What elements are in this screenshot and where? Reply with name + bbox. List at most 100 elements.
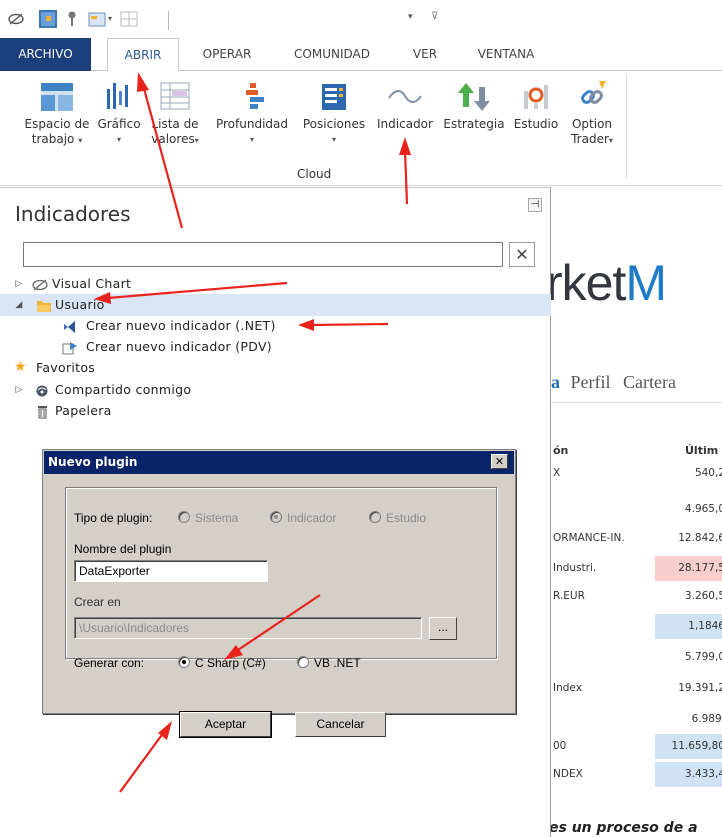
study-button[interactable]: Estudio bbox=[508, 71, 564, 132]
expand-icon[interactable]: ▷ bbox=[14, 273, 24, 295]
chevron-down-icon[interactable]: ▾ bbox=[108, 10, 116, 28]
column-header-name: ón bbox=[553, 444, 569, 457]
expand-icon[interactable]: ▷ bbox=[14, 379, 24, 401]
plugin-type-label: Tipo de plugin: bbox=[74, 511, 153, 525]
site-nav-item-cartera[interactable]: Cartera bbox=[623, 372, 676, 392]
table-row[interactable]: X 540,2 bbox=[551, 461, 722, 486]
grid-layout-icon[interactable] bbox=[120, 10, 138, 28]
chart-button[interactable]: Gráfico ▾ bbox=[92, 71, 146, 147]
tree-node-create-pdv-indicator[interactable]: Crear nuevo indicador (PDV) bbox=[0, 336, 551, 358]
tab-abrir[interactable]: ABRIR bbox=[107, 38, 179, 72]
collapse-icon[interactable]: ◢ bbox=[14, 294, 24, 316]
dialog-title: Nuevo plugin bbox=[44, 451, 514, 474]
strategy-label: Estrategia bbox=[443, 117, 505, 131]
tree-node-papelera[interactable]: Papelera bbox=[0, 400, 551, 422]
indicator-label: Indicador bbox=[377, 117, 433, 131]
depth-icon bbox=[246, 83, 264, 109]
indicator-button[interactable]: Indicador bbox=[371, 71, 439, 132]
chart-label: Gráfico bbox=[97, 117, 141, 131]
table-row[interactable]: 00 11.659,80 bbox=[551, 734, 722, 759]
search-input[interactable] bbox=[23, 242, 503, 267]
radio-indicador-label: Indicador bbox=[287, 511, 337, 525]
create-in-field: \Usuario\Indicadores bbox=[74, 617, 422, 639]
pin-icon[interactable] bbox=[63, 10, 81, 28]
strategy-arrows-icon bbox=[458, 83, 490, 111]
plugin-name-label: Nombre del plugin bbox=[74, 542, 172, 556]
brand-blue: M bbox=[625, 255, 667, 311]
positions-button[interactable]: Posiciones ▾ bbox=[297, 71, 371, 147]
trash-icon bbox=[35, 404, 51, 419]
value-list-icon bbox=[160, 82, 190, 110]
option-trader-label-2: Trader▾ bbox=[571, 132, 613, 146]
tree-node-compartido[interactable]: ▷ Compartido conmigo bbox=[0, 379, 551, 401]
tab-ver[interactable]: VER bbox=[402, 38, 448, 71]
site-nav-divider bbox=[551, 402, 722, 403]
tab-operar[interactable]: OPERAR bbox=[193, 38, 261, 71]
workspace-label-1: Espacio de bbox=[24, 117, 90, 131]
table-row[interactable]: 5.799,0 bbox=[551, 645, 722, 670]
tree-node-favoritos[interactable]: ★ Favoritos bbox=[0, 357, 551, 379]
tab-comunidad[interactable]: COMUNIDAD bbox=[279, 38, 385, 71]
website-background: rketM a Perfil Cartera ón Últim X 540,2 4… bbox=[551, 186, 722, 837]
quick-access-combo[interactable]: ▾ bbox=[168, 11, 422, 30]
table-row[interactable]: Index 19.391,2 bbox=[551, 676, 722, 701]
site-nav-item-current[interactable]: a bbox=[551, 372, 560, 392]
option-trader-link-icon bbox=[581, 81, 606, 104]
chevron-down-icon: ▾ bbox=[116, 135, 121, 144]
radio-sistema[interactable] bbox=[178, 511, 190, 523]
radio-csharp-label: C Sharp (C#) bbox=[195, 656, 266, 670]
option-trader-button[interactable]: Option Trader▾ bbox=[564, 71, 620, 148]
table-row[interactable]: NDEX 3.433,4 bbox=[551, 762, 722, 787]
option-trader-label-1: Option bbox=[571, 117, 613, 131]
table-row[interactable]: R.EUR 3.260,5 bbox=[551, 584, 722, 609]
workspace-icon[interactable] bbox=[39, 10, 57, 28]
browse-button[interactable]: ... bbox=[429, 617, 457, 640]
new-document-icon bbox=[62, 340, 78, 355]
positions-label: Posiciones bbox=[302, 117, 366, 131]
ribbon-group-separator bbox=[626, 75, 627, 179]
chart-icon bbox=[107, 83, 128, 109]
cancel-button[interactable]: Cancelar bbox=[295, 712, 386, 737]
radio-estudio[interactable] bbox=[369, 511, 381, 523]
table-row[interactable]: 4.965,0 bbox=[551, 497, 722, 522]
depth-label: Profundidad bbox=[215, 117, 288, 131]
radio-estudio-label: Estudio bbox=[386, 511, 427, 525]
strategy-button[interactable]: Estrategia bbox=[440, 71, 508, 132]
visual-chart-logo-icon[interactable] bbox=[7, 10, 25, 28]
accept-button[interactable]: Aceptar bbox=[179, 711, 272, 738]
new-plugin-dialog: Nuevo plugin ✕ Tipo de plugin: Sistema I… bbox=[42, 449, 516, 738]
site-nav-item-perfil[interactable]: Perfil bbox=[571, 372, 611, 392]
customize-toolbar-icon[interactable]: ⊽ bbox=[431, 11, 438, 22]
layout-icon[interactable] bbox=[88, 10, 106, 28]
dialog-close-button[interactable]: ✕ bbox=[491, 454, 508, 469]
depth-button[interactable]: Profundidad ▾ bbox=[208, 71, 296, 147]
table-row[interactable]: ORMANCE-IN. 12.842,6 bbox=[551, 526, 722, 551]
study-icon bbox=[524, 85, 548, 109]
panel-title: Indicadores bbox=[15, 202, 131, 226]
radio-sistema-label: Sistema bbox=[195, 511, 239, 525]
pin-panel-icon[interactable]: ⊣ bbox=[528, 198, 542, 212]
positions-icon bbox=[322, 84, 346, 110]
table-row[interactable]: 1,1846 bbox=[551, 614, 722, 639]
site-footer-text: es un proceso de a bbox=[551, 820, 698, 836]
site-nav: a Perfil Cartera bbox=[551, 372, 676, 393]
radio-csharp[interactable] bbox=[178, 656, 190, 668]
chevron-down-icon[interactable]: ▾ bbox=[408, 12, 413, 22]
table-row[interactable]: Industri. 28.177,5 bbox=[551, 556, 722, 581]
value-list-button[interactable]: Lista de valores▾ bbox=[146, 71, 204, 148]
close-icon[interactable]: ✕ bbox=[509, 242, 535, 267]
tab-archivo[interactable]: ARCHIVO bbox=[0, 38, 91, 71]
tree-node-visual-chart[interactable]: ▷ Visual Chart bbox=[0, 273, 551, 295]
workspace-button[interactable]: Espacio de trabajo ▾ bbox=[22, 71, 92, 148]
brand-dark: rket bbox=[551, 255, 626, 311]
workspace-label-2: trabajo ▾ bbox=[31, 132, 83, 146]
tree-node-create-net-indicator[interactable]: Crear nuevo indicador (.NET) bbox=[0, 315, 551, 337]
radio-indicador[interactable] bbox=[270, 511, 282, 523]
plugin-name-field[interactable]: DataExporter bbox=[74, 560, 268, 582]
indicator-wave-icon bbox=[388, 90, 422, 103]
table-row[interactable]: 6.989, bbox=[551, 707, 722, 732]
tab-ventana[interactable]: VENTANA bbox=[464, 38, 548, 71]
tree-node-usuario[interactable]: ◢ Usuario bbox=[0, 294, 551, 316]
radio-vbnet[interactable] bbox=[297, 656, 309, 668]
study-label: Estudio bbox=[513, 117, 559, 131]
